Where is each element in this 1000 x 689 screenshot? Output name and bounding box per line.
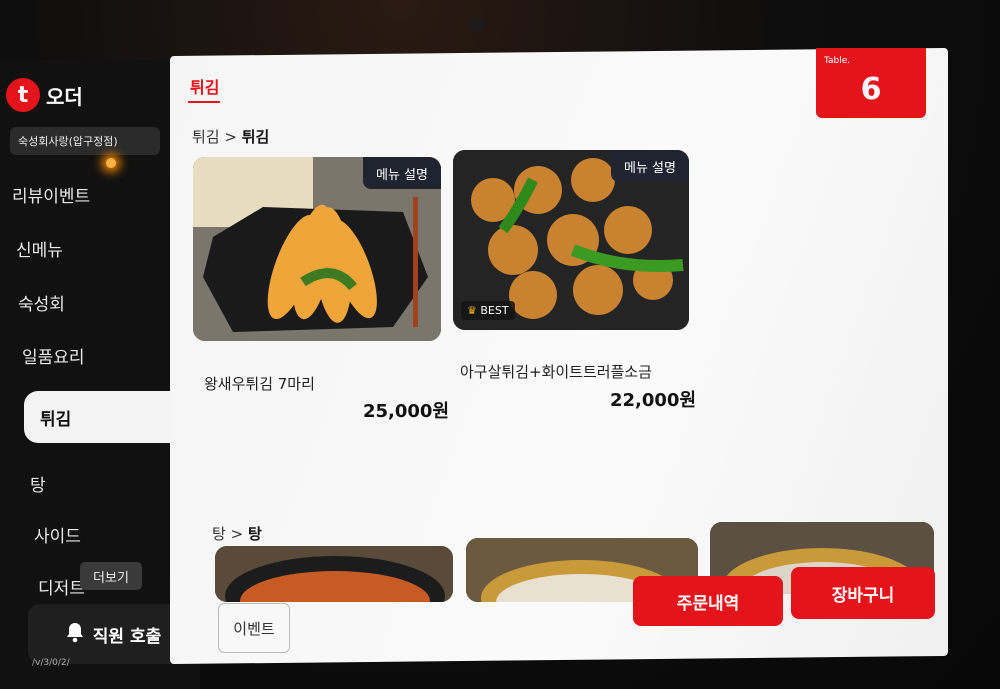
cart-button[interactable]: 장바구니	[791, 567, 935, 619]
sidebar-item-side[interactable]: 사이드	[34, 522, 81, 547]
menu-item-name: 아구살튀김+화이트트러플소금	[460, 363, 652, 381]
sidebar-item-new-menu[interactable]: 신메뉴	[16, 236, 63, 261]
table-indicator: Table. 6	[816, 48, 926, 118]
event-button[interactable]: 이벤트	[218, 603, 290, 653]
breadcrumb-parent: 탕	[212, 525, 226, 543]
best-badge: ♛ BEST	[461, 301, 515, 320]
soup-image	[215, 546, 453, 602]
menu-card-monkfish[interactable]: 메뉴 설명 ♛ BEST	[453, 150, 689, 330]
menu-item-price: 22,000원	[610, 390, 697, 411]
order-history-button[interactable]: 주문내역	[633, 576, 783, 626]
table-label: Table.	[824, 56, 851, 66]
indicator-light	[106, 158, 116, 168]
sidebar-item-aged-sashimi[interactable]: 숙성회	[18, 290, 65, 315]
camera	[470, 18, 484, 32]
logo-text: 오더	[46, 84, 83, 109]
tab-title[interactable]: 튀김	[190, 74, 219, 98]
crown-icon: ♛	[467, 304, 477, 317]
menu-item-price: 25,000원	[363, 401, 450, 422]
more-tooltip[interactable]: 더보기	[80, 562, 142, 590]
breadcrumb-separator: >	[230, 525, 244, 543]
sidebar-item-dishes[interactable]: 일품요리	[22, 343, 85, 368]
tab-underline	[188, 101, 220, 103]
table-number: 6	[860, 72, 882, 107]
menu-item-name: 왕새우튀김 7마리	[204, 375, 315, 393]
staff-call-label: 직원 호출	[92, 626, 162, 647]
breadcrumb-parent: 튀김	[192, 128, 220, 146]
bell-icon	[65, 621, 85, 648]
breadcrumb-current: 탕	[247, 525, 262, 543]
best-badge-label: BEST	[480, 304, 509, 317]
breadcrumb-current: 튀김	[241, 128, 270, 146]
logo-badge: t	[6, 78, 40, 112]
brand-logo: t 오더	[6, 78, 83, 112]
breadcrumb-separator: >	[224, 128, 237, 146]
store-name: 숙성회사랑(압구정점)	[10, 127, 160, 155]
sidebar-item-soup[interactable]: 탕	[30, 471, 46, 496]
menu-card-soup-1[interactable]	[215, 546, 453, 602]
breadcrumb: 탕 > 탕	[212, 523, 262, 544]
version-label: /v/3/0/2/	[32, 658, 70, 668]
menu-description-button[interactable]: 메뉴 설명	[363, 157, 441, 189]
sidebar-item-dessert[interactable]: 디저트	[38, 574, 85, 599]
menu-description-button[interactable]: 메뉴 설명	[611, 150, 689, 182]
menu-card-shrimp[interactable]: 메뉴 설명	[193, 157, 441, 341]
breadcrumb: 튀김 > 튀김	[192, 126, 269, 147]
sidebar-item-review-event[interactable]: 리뷰이벤트	[12, 182, 90, 207]
